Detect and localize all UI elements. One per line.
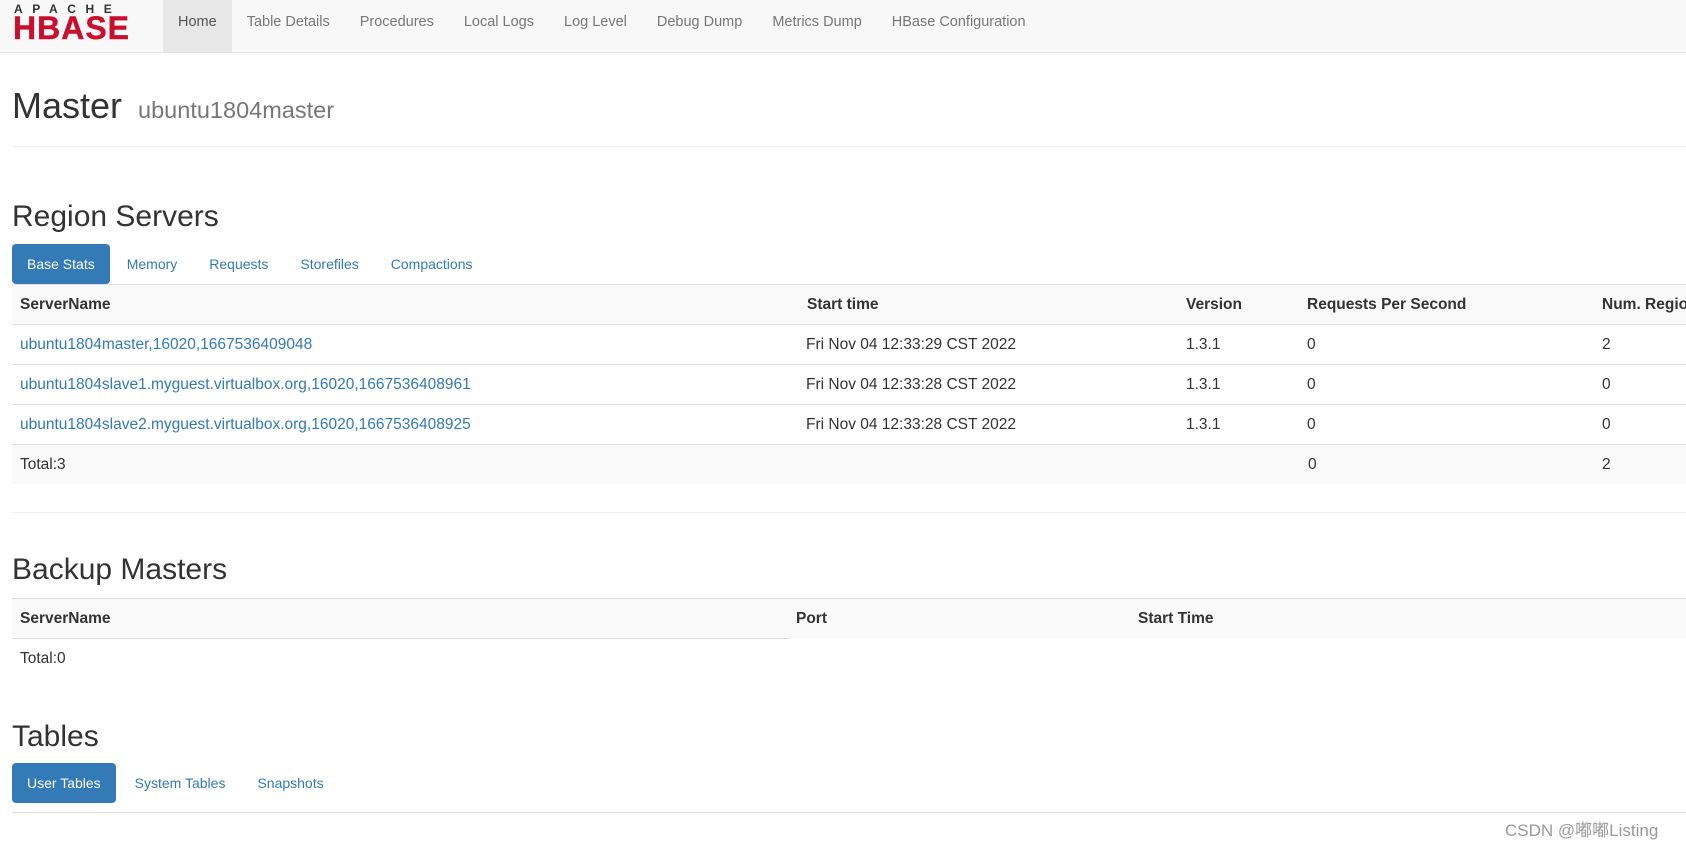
col-start-time: Start Time (1138, 610, 1214, 627)
logo-hbase-text: HBASE (13, 10, 131, 46)
rps-cell: 0 (1307, 336, 1316, 353)
col-num-regions: Num. Regions (1602, 296, 1686, 313)
rps-cell: 0 (1307, 416, 1316, 433)
tab-base-stats[interactable]: Base Stats (12, 244, 110, 284)
version-cell: 1.3.1 (1186, 376, 1221, 393)
total-label: Total:3 (20, 456, 66, 473)
nav-procedures[interactable]: Procedures (345, 0, 449, 53)
main-nav: Home Table Details Procedures Local Logs… (163, 0, 1041, 53)
divider (12, 512, 1686, 513)
divider (12, 146, 1686, 147)
tab-storefiles[interactable]: Storefiles (285, 244, 373, 284)
csdn-watermark: CSDN @嘟嘟Listing (1505, 821, 1659, 840)
regions-cell: 2 (1602, 336, 1611, 353)
nav-log-level[interactable]: Log Level (549, 0, 642, 53)
tab-system-tables[interactable]: System Tables (120, 763, 241, 803)
col-servername: ServerName (20, 610, 111, 627)
tab-requests[interactable]: Requests (194, 244, 283, 284)
tab-memory[interactable]: Memory (112, 244, 193, 284)
server-link[interactable]: ubuntu1804master,16020,1667536409048 (20, 336, 312, 353)
regions-cell: 0 (1602, 376, 1611, 393)
table-total-row: Total:3 0 2 (12, 444, 1686, 484)
tab-compactions[interactable]: Compactions (376, 244, 488, 284)
table-row: ubuntu1804slave1.myguest.virtualbox.org,… (12, 364, 1686, 404)
col-requests-per-second: Requests Per Second (1307, 296, 1467, 313)
region-servers-tabs: Base Stats Memory Requests Storefiles Co… (12, 244, 489, 284)
region-servers-table: ServerName Start time Version Requests P… (12, 284, 1686, 484)
col-servername: ServerName (20, 296, 111, 313)
tab-user-tables[interactable]: User Tables (12, 763, 116, 803)
nav-hbase-configuration[interactable]: HBase Configuration (877, 0, 1041, 53)
nav-table-details[interactable]: Table Details (232, 0, 345, 53)
table-total-row: Total:0 (12, 638, 1686, 678)
table-row: ubuntu1804master,16020,1667536409048 Fri… (12, 324, 1686, 364)
start-time-cell: Fri Nov 04 12:33:28 CST 2022 (806, 376, 1016, 393)
server-link[interactable]: ubuntu1804slave2.myguest.virtualbox.org,… (20, 416, 471, 433)
page-title-text: Master (12, 85, 123, 126)
navbar: APACHE HBASE Home Table Details Procedur… (0, 0, 1686, 53)
version-cell: 1.3.1 (1186, 416, 1221, 433)
tabs-underline (12, 812, 1686, 813)
backup-masters-table: ServerName Port Start Time Total:0 (12, 598, 1686, 678)
total-label: Total:0 (20, 650, 66, 667)
table-header-row: ServerName Start time Version Requests P… (12, 284, 1686, 324)
col-port: Port (796, 610, 827, 627)
hbase-logo[interactable]: APACHE HBASE (13, 3, 150, 46)
master-hostname: ubuntu1804master (138, 97, 335, 123)
start-time-cell: Fri Nov 04 12:33:28 CST 2022 (806, 416, 1016, 433)
tab-snapshots[interactable]: Snapshots (242, 763, 338, 803)
table-row: ubuntu1804slave2.myguest.virtualbox.org,… (12, 404, 1686, 444)
region-servers-heading: Region Servers (12, 200, 219, 233)
tables-tabs: User Tables System Tables Snapshots (12, 763, 341, 803)
row-border (12, 638, 790, 639)
col-start-time: Start time (807, 296, 879, 313)
start-time-cell: Fri Nov 04 12:33:29 CST 2022 (806, 336, 1016, 353)
nav-debug-dump[interactable]: Debug Dump (642, 0, 757, 53)
table-header-row: ServerName Port Start Time (12, 598, 1686, 638)
total-regions: 2 (1602, 456, 1611, 473)
col-version: Version (1186, 296, 1242, 313)
server-link[interactable]: ubuntu1804slave1.myguest.virtualbox.org,… (20, 376, 471, 393)
nav-metrics-dump[interactable]: Metrics Dump (757, 0, 876, 53)
total-rps: 0 (1308, 456, 1317, 473)
regions-cell: 0 (1602, 416, 1611, 433)
nav-local-logs[interactable]: Local Logs (449, 0, 549, 53)
page-title: Master ubuntu1804master (12, 84, 334, 132)
backup-masters-heading: Backup Masters (12, 553, 228, 586)
rps-cell: 0 (1307, 376, 1316, 393)
nav-home[interactable]: Home (163, 0, 232, 53)
tables-heading: Tables (12, 720, 99, 753)
version-cell: 1.3.1 (1186, 336, 1221, 353)
